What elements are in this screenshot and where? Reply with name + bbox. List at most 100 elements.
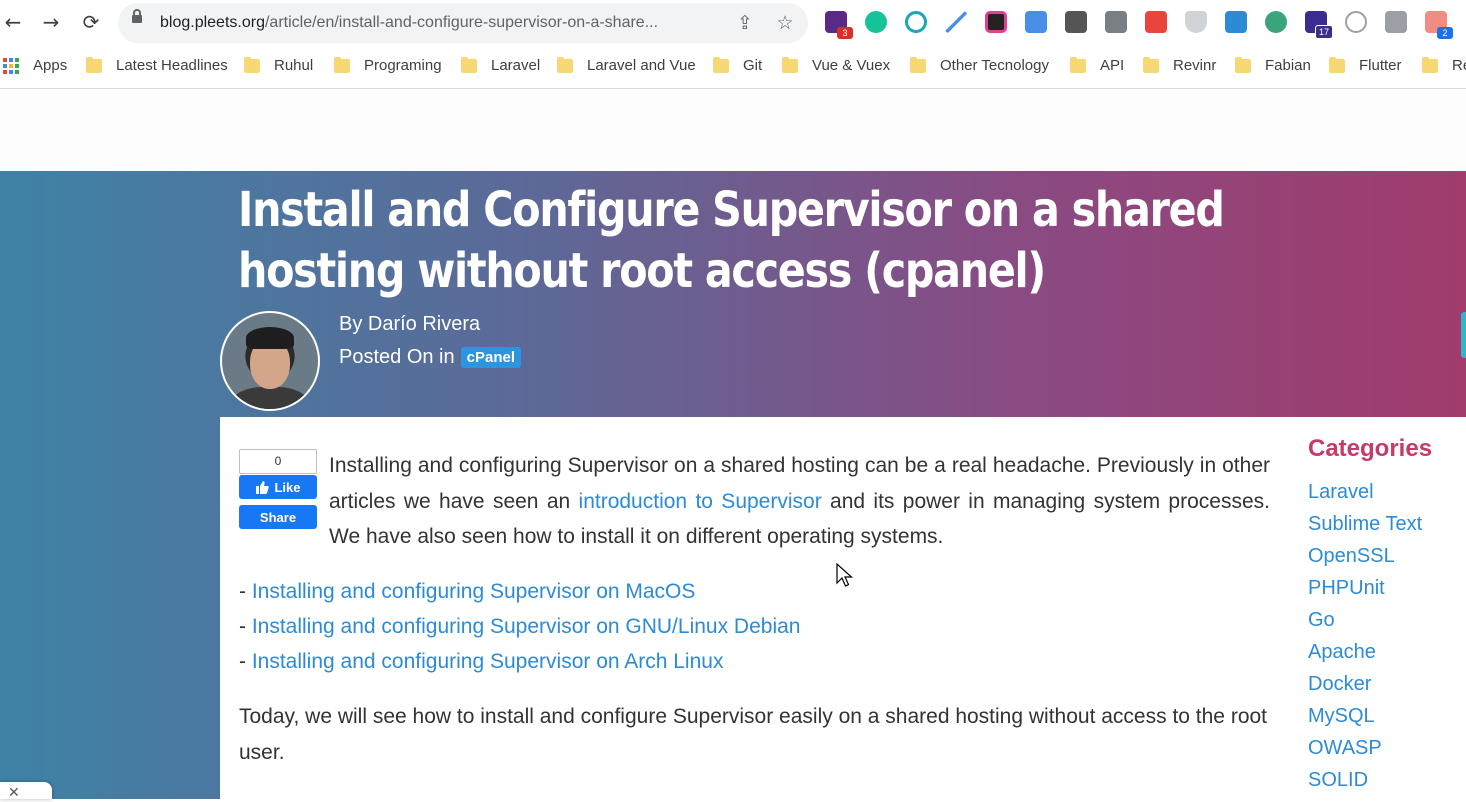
bookmark-label: Ruhul bbox=[274, 57, 314, 74]
browser-toolbar: ← → ⟳ blog.pleets.org/article/en/install… bbox=[0, 0, 1466, 46]
folder-icon bbox=[1235, 56, 1251, 73]
color-picker-extension-icon[interactable] bbox=[945, 11, 967, 33]
bookmark-label: Latest Headlines bbox=[116, 57, 228, 74]
body-paragraph: Today, we will see how to install and co… bbox=[239, 705, 1268, 764]
facebook-share-button[interactable]: Share bbox=[239, 505, 317, 529]
url-host: blog.pleets.org bbox=[160, 14, 265, 31]
list-dash: - bbox=[239, 580, 252, 603]
arch-linux-article-link[interactable]: Installing and configuring Supervisor on… bbox=[252, 650, 724, 673]
extension-badge: 2 bbox=[1437, 27, 1453, 39]
close-icon[interactable]: ✕ bbox=[8, 784, 20, 800]
bookmark-git[interactable]: Git bbox=[713, 56, 763, 74]
folder-icon bbox=[782, 56, 798, 73]
globe-extension-icon[interactable] bbox=[1265, 11, 1287, 33]
bookmark-programing[interactable]: Programing bbox=[334, 56, 442, 74]
facebook-widget: 0 Like Share bbox=[239, 449, 317, 529]
folder-icon bbox=[1143, 56, 1159, 73]
bookmark-vue-vuex[interactable]: Vue & Vuex bbox=[782, 56, 891, 74]
bookmark-label: Programing bbox=[364, 57, 442, 74]
bookmark-laravel-and-vue[interactable]: Laravel and Vue bbox=[557, 56, 696, 74]
bookmark-label: Flutter bbox=[1359, 57, 1402, 74]
debian-article-link[interactable]: Installing and configuring Supervisor on… bbox=[252, 615, 801, 638]
extension-badge: 3 bbox=[837, 27, 853, 39]
author-name: By Darío Rivera bbox=[339, 313, 481, 335]
related-articles-list: - Installing and configuring Supervisor … bbox=[239, 574, 800, 679]
category-link-solid[interactable]: SOLID bbox=[1308, 764, 1422, 796]
mouse-cursor-icon bbox=[836, 563, 854, 587]
bookmark-fabian[interactable]: Fabian bbox=[1235, 56, 1311, 74]
bookmark-laravel[interactable]: Laravel bbox=[461, 56, 541, 74]
macos-article-link[interactable]: Installing and configuring Supervisor on… bbox=[252, 580, 696, 603]
bookmark-label: Laravel bbox=[491, 57, 541, 74]
bookmark-flutter[interactable]: Flutter bbox=[1329, 56, 1402, 74]
author-avatar bbox=[220, 311, 320, 411]
camera-extension-icon[interactable] bbox=[985, 11, 1007, 33]
categories-heading: Categories bbox=[1308, 435, 1433, 462]
bookmark-re[interactable]: Re bbox=[1422, 56, 1466, 74]
url-text[interactable]: blog.pleets.org/article/en/install-and-c… bbox=[160, 14, 658, 32]
bookmark-label: Apps bbox=[33, 57, 68, 74]
back-arrow-icon[interactable]: ← bbox=[0, 9, 26, 35]
lock-icon[interactable] bbox=[132, 9, 142, 23]
category-link-laravel[interactable]: Laravel bbox=[1308, 476, 1422, 508]
thumbs-up-icon bbox=[256, 480, 270, 494]
fi-extension-icon[interactable] bbox=[1225, 11, 1247, 33]
category-link-openssl[interactable]: OpenSSL bbox=[1308, 540, 1422, 572]
bookmark-other-tecnology[interactable]: Other Tecnology bbox=[910, 56, 1049, 74]
reload-icon[interactable]: ⟳ bbox=[78, 9, 104, 35]
posted-label: Posted On in bbox=[339, 346, 455, 368]
share-icon[interactable]: ⇪ bbox=[733, 11, 757, 35]
bookmark-label: Re bbox=[1452, 57, 1466, 74]
folder-icon bbox=[1422, 56, 1438, 73]
shield-extension-icon[interactable] bbox=[1185, 11, 1207, 33]
translate-extension-icon[interactable] bbox=[1025, 11, 1047, 33]
bookmarks-bar: Apps Latest Headlines Ruhul Programing L… bbox=[0, 46, 1466, 89]
screenshot-extension-icon[interactable] bbox=[1385, 11, 1407, 33]
category-link-phpunit[interactable]: PHPUnit bbox=[1308, 572, 1422, 604]
bookmark-label: Revinr bbox=[1173, 57, 1217, 74]
grammarly-extension-icon[interactable] bbox=[865, 11, 887, 33]
address-bar[interactable]: blog.pleets.org/article/en/install-and-c… bbox=[118, 3, 808, 43]
folder-icon bbox=[461, 56, 477, 73]
introduction-to-supervisor-link[interactable]: introduction to Supervisor bbox=[579, 490, 822, 513]
font-extension-icon[interactable] bbox=[1105, 11, 1127, 33]
bookmark-api[interactable]: API bbox=[1070, 56, 1124, 74]
bookmark-label: Vue & Vuex bbox=[812, 57, 891, 74]
apps-grid-icon bbox=[3, 57, 19, 74]
folder-icon bbox=[1070, 56, 1086, 73]
forward-arrow-icon[interactable]: → bbox=[38, 9, 64, 35]
like-label: Like bbox=[274, 479, 301, 495]
laravel-extension-icon[interactable] bbox=[1145, 11, 1167, 33]
side-tab[interactable] bbox=[1461, 312, 1466, 358]
folder-icon bbox=[1329, 56, 1345, 73]
bookmark-label: Git bbox=[743, 57, 763, 74]
extension-badge: 17 bbox=[1315, 25, 1333, 39]
category-link-owasp[interactable]: OWASP bbox=[1308, 732, 1422, 764]
react-extension-icon[interactable] bbox=[1345, 11, 1367, 33]
bookmark-latest-headlines[interactable]: Latest Headlines bbox=[86, 56, 228, 74]
bookmark-apps[interactable]: Apps bbox=[3, 57, 67, 74]
category-link-apache[interactable]: Apache bbox=[1308, 636, 1422, 668]
category-tag-cpanel[interactable]: cPanel bbox=[460, 347, 521, 368]
bookmark-ruhul[interactable]: Ruhul bbox=[244, 56, 314, 74]
circle-extension-icon[interactable] bbox=[905, 11, 927, 33]
folder-icon bbox=[334, 56, 350, 73]
bookmark-star-icon[interactable]: ☆ bbox=[773, 11, 797, 35]
page-header-area bbox=[0, 89, 1466, 171]
like-count: 0 bbox=[239, 449, 317, 474]
category-link-go[interactable]: Go bbox=[1308, 604, 1422, 636]
folder-icon bbox=[713, 56, 729, 73]
category-link-docker[interactable]: Docker bbox=[1308, 668, 1422, 700]
close-widget[interactable]: ✕ bbox=[0, 782, 52, 800]
classroom-extension-icon[interactable]: 17 bbox=[1305, 11, 1333, 39]
list-dash: - bbox=[239, 615, 252, 638]
puzzle-extension-icon[interactable]: 2 bbox=[1425, 11, 1453, 39]
list-item: - Installing and configuring Supervisor … bbox=[239, 609, 800, 644]
facebook-extension-icon[interactable] bbox=[1065, 11, 1087, 33]
bootstrap-extension-icon[interactable]: 3 bbox=[825, 11, 853, 39]
list-item: - Installing and configuring Supervisor … bbox=[239, 644, 800, 679]
bookmark-revinr[interactable]: Revinr bbox=[1143, 56, 1217, 74]
category-link-sublime-text[interactable]: Sublime Text bbox=[1308, 508, 1422, 540]
facebook-like-button[interactable]: Like bbox=[239, 475, 317, 499]
category-link-mysql[interactable]: MySQL bbox=[1308, 700, 1422, 732]
